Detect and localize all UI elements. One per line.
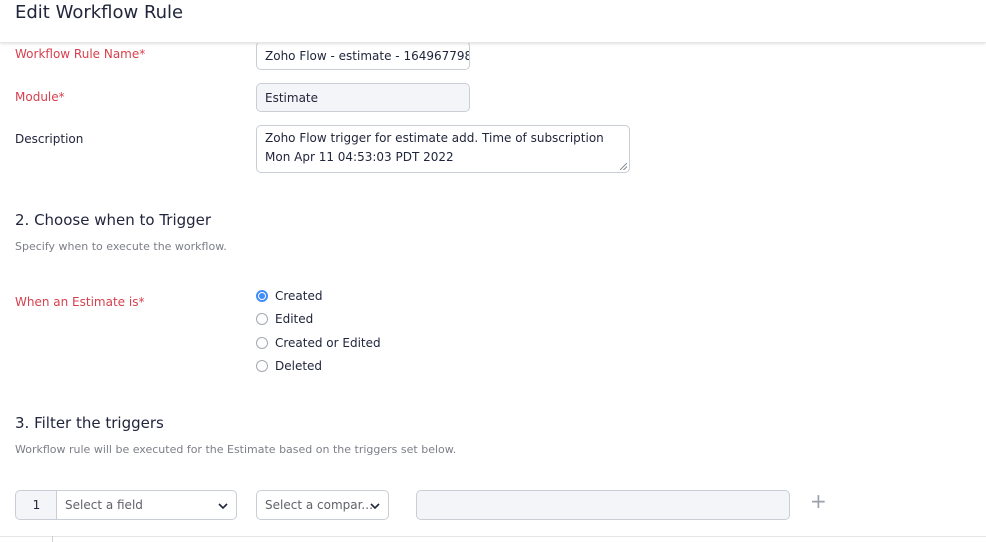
radio-edited[interactable]: Edited — [256, 310, 313, 328]
radio-label: Deleted — [275, 359, 323, 373]
chevron-down-icon — [218, 503, 228, 510]
trigger-section-title: 2. Choose when to Trigger — [15, 211, 212, 229]
radio-unchecked-icon[interactable] — [256, 337, 268, 349]
comparator-select[interactable]: Select a compar... — [256, 490, 389, 520]
filter-section-title: 3. Filter the triggers — [15, 414, 164, 432]
radio-created-or-edited[interactable]: Created or Edited — [256, 334, 381, 352]
radio-label: Edited — [275, 312, 314, 326]
radio-label: Created or Edited — [275, 336, 381, 350]
field-select-placeholder: Select a field — [65, 498, 143, 512]
module-input[interactable]: Estimate — [256, 83, 470, 112]
description-text: Zoho Flow trigger for estimate add. Time… — [265, 131, 604, 164]
page-header: Edit Workflow Rule — [0, 0, 986, 43]
field-select[interactable]: Select a field — [56, 490, 237, 520]
module-label: Module* — [15, 90, 65, 104]
page: Edit Workflow Rule Workflow Rule Name* Z… — [0, 0, 986, 542]
page-title: Edit Workflow Rule — [15, 2, 184, 23]
when-estimate-label: When an Estimate is* — [15, 295, 145, 309]
radio-checked-icon[interactable] — [256, 290, 268, 302]
rule-name-label: Workflow Rule Name* — [15, 47, 146, 61]
footer-divider — [0, 536, 986, 537]
add-criteria-plus-icon[interactable]: + — [810, 491, 827, 511]
chevron-down-icon — [370, 503, 380, 510]
resize-grip-icon[interactable] — [620, 163, 627, 170]
footer-divider-tick — [52, 536, 53, 542]
description-textarea[interactable]: Zoho Flow trigger for estimate add. Time… — [256, 125, 630, 173]
radio-label: Created — [275, 289, 323, 303]
value-input[interactable] — [416, 490, 790, 520]
radio-created[interactable]: Created — [256, 287, 323, 305]
filter-row-number: 1 — [15, 490, 57, 520]
description-label: Description — [15, 132, 84, 146]
radio-unchecked-icon[interactable] — [256, 313, 268, 325]
filter-section-subtitle: Workflow rule will be executed for the E… — [15, 443, 457, 456]
radio-deleted[interactable]: Deleted — [256, 357, 322, 375]
trigger-section-subtitle: Specify when to execute the workflow. — [15, 240, 227, 253]
comparator-select-placeholder: Select a compar... — [265, 498, 373, 512]
radio-unchecked-icon[interactable] — [256, 360, 268, 372]
rule-name-input[interactable]: Zoho Flow - estimate - 1649677983 — [256, 41, 470, 70]
